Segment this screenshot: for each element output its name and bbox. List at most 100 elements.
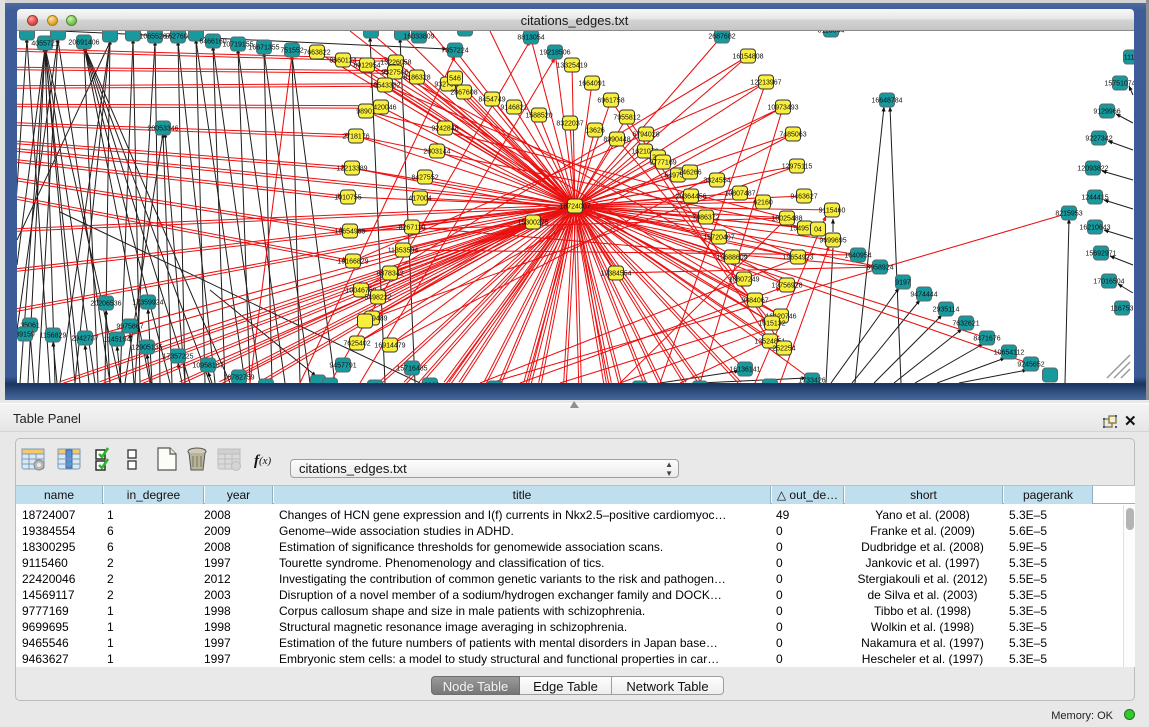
svg-text:9699695: 9699695 bbox=[819, 238, 846, 245]
svg-text:16671355: 16671355 bbox=[248, 45, 279, 52]
svg-text:1244415: 1244415 bbox=[1081, 195, 1108, 202]
svg-text:9457791: 9457791 bbox=[329, 363, 356, 370]
svg-text:10807487: 10807487 bbox=[724, 191, 755, 198]
svg-text:16782759: 16782759 bbox=[223, 375, 254, 382]
svg-text:1527602: 1527602 bbox=[164, 34, 191, 41]
svg-text:8454749: 8454749 bbox=[478, 97, 505, 104]
svg-text:1615132: 1615132 bbox=[758, 321, 785, 328]
svg-text:2718176: 2718176 bbox=[342, 134, 369, 141]
svg-text:7485063: 7485063 bbox=[779, 132, 806, 139]
svg-text:8878342: 8878342 bbox=[376, 271, 403, 278]
svg-text:546: 546 bbox=[449, 76, 461, 83]
svg-text:1664091: 1664091 bbox=[578, 81, 605, 88]
svg-text:9975867: 9975867 bbox=[116, 324, 143, 331]
svg-text:15716485: 15716485 bbox=[396, 366, 427, 373]
svg-text:7986372: 7986372 bbox=[692, 215, 719, 222]
svg-text:2867608: 2867608 bbox=[450, 90, 477, 97]
svg-text:9884067: 9884067 bbox=[741, 298, 768, 305]
svg-text:16648784: 16648784 bbox=[871, 98, 902, 105]
svg-text:8912954: 8912954 bbox=[353, 63, 380, 70]
svg-text:62160: 62160 bbox=[753, 200, 773, 207]
svg-text:9245652: 9245652 bbox=[1017, 362, 1044, 369]
svg-text:5498222: 5498222 bbox=[364, 295, 391, 302]
svg-text:7632621: 7632621 bbox=[952, 321, 979, 328]
svg-text:04: 04 bbox=[814, 227, 822, 234]
svg-text:11353594: 11353594 bbox=[388, 248, 419, 255]
svg-text:(x): (x) bbox=[259, 455, 272, 467]
svg-text:19756928: 19756928 bbox=[771, 283, 802, 290]
svg-text:20206536: 20206536 bbox=[90, 301, 121, 308]
svg-text:8990448: 8990448 bbox=[603, 137, 630, 144]
svg-text:2803144: 2803144 bbox=[423, 149, 450, 156]
svg-text:3824554: 3824554 bbox=[703, 178, 730, 185]
svg-text:2935114: 2935114 bbox=[933, 307, 960, 314]
svg-text:2687682: 2687682 bbox=[708, 34, 735, 41]
svg-text:252254: 252254 bbox=[772, 346, 795, 353]
svg-text:8186328: 8186328 bbox=[403, 75, 430, 82]
svg-text:1010755: 1010755 bbox=[334, 195, 361, 202]
svg-text:13626: 13626 bbox=[585, 128, 605, 135]
svg-text:39159: 39159 bbox=[17, 332, 35, 339]
svg-text:15692971: 15692971 bbox=[1085, 251, 1116, 258]
svg-text:8471676: 8471676 bbox=[973, 336, 1000, 343]
svg-text:1588520: 1588520 bbox=[525, 113, 552, 120]
svg-text:7663822: 7663822 bbox=[303, 50, 330, 57]
svg-text:13325419: 13325419 bbox=[556, 63, 587, 70]
svg-text:1145194: 1145194 bbox=[104, 337, 131, 344]
svg-text:7357224: 7357224 bbox=[441, 48, 468, 55]
svg-text:16210643: 16210643 bbox=[1079, 225, 1110, 232]
svg-text:12093822: 12093822 bbox=[1077, 166, 1108, 173]
svg-text:10688609: 10688609 bbox=[716, 255, 747, 262]
svg-text:98901: 98901 bbox=[356, 109, 376, 116]
svg-text:6961758: 6961758 bbox=[597, 98, 624, 105]
svg-text:19218506: 19218506 bbox=[539, 50, 570, 57]
svg-text:751552: 751552 bbox=[280, 48, 303, 55]
svg-text:12975115: 12975115 bbox=[782, 164, 813, 171]
svg-text:9227342: 9227342 bbox=[1085, 136, 1112, 143]
svg-text:8215953: 8215953 bbox=[1055, 211, 1082, 218]
svg-text:9146821: 9146821 bbox=[500, 105, 527, 112]
svg-text:8427552: 8427552 bbox=[411, 175, 438, 182]
svg-text:12213389: 12213389 bbox=[336, 166, 367, 173]
svg-text:8958924: 8958924 bbox=[866, 265, 893, 272]
svg-text:15720407: 15720407 bbox=[703, 235, 734, 242]
svg-text:417004: 417004 bbox=[408, 196, 431, 203]
svg-text:2942737: 2942737 bbox=[71, 336, 98, 343]
svg-text:16914479: 16914479 bbox=[374, 343, 405, 350]
svg-text:19654985: 19654985 bbox=[334, 229, 365, 236]
svg-text:8113044: 8113044 bbox=[818, 31, 845, 35]
svg-text:20364456: 20364456 bbox=[675, 194, 706, 201]
svg-text:15751074: 15751074 bbox=[1104, 81, 1134, 88]
svg-text:9474444: 9474444 bbox=[910, 292, 937, 299]
svg-text:16033809: 16033809 bbox=[403, 34, 434, 41]
svg-text:9115460: 9115460 bbox=[819, 208, 846, 215]
svg-text:1156829: 1156829 bbox=[40, 333, 67, 340]
svg-text:9463627: 9463627 bbox=[790, 194, 817, 201]
svg-text:9197: 9197 bbox=[895, 280, 911, 287]
svg-text:10958107: 10958107 bbox=[192, 363, 223, 370]
svg-text:8813054: 8813054 bbox=[517, 35, 544, 42]
svg-text:17359924: 17359924 bbox=[132, 300, 163, 307]
svg-text:16154808: 16154808 bbox=[732, 54, 763, 61]
svg-text:17357225: 17357225 bbox=[162, 354, 193, 361]
svg-text:7955812: 7955812 bbox=[613, 115, 640, 122]
svg-text:9242848: 9242848 bbox=[431, 126, 458, 133]
svg-text:12213967: 12213967 bbox=[750, 80, 781, 87]
svg-text:10654112: 10654112 bbox=[994, 350, 1025, 357]
svg-text:18807249: 18807249 bbox=[728, 277, 759, 284]
svg-text:8322037: 8322037 bbox=[556, 121, 583, 128]
svg-text:9129966: 9129966 bbox=[1093, 109, 1120, 116]
svg-text:7625402: 7625402 bbox=[343, 341, 370, 348]
svg-text:20053346: 20053346 bbox=[147, 126, 178, 133]
svg-text:18724007: 18724007 bbox=[559, 204, 590, 211]
svg-text:1117: 1117 bbox=[1124, 55, 1134, 62]
svg-text:746266: 746266 bbox=[678, 170, 701, 177]
svg-text:16136141: 16136141 bbox=[729, 367, 760, 374]
svg-text:12905135: 12905135 bbox=[131, 345, 162, 352]
svg-text:1733426: 1733426 bbox=[798, 378, 825, 384]
svg-text:10973493: 10973493 bbox=[767, 105, 798, 112]
svg-text:19166829: 19166829 bbox=[337, 259, 368, 266]
svg-text:12923: 12923 bbox=[420, 383, 440, 384]
svg-text:20691406: 20691406 bbox=[68, 40, 99, 47]
svg-text:116753: 116753 bbox=[1111, 306, 1134, 313]
